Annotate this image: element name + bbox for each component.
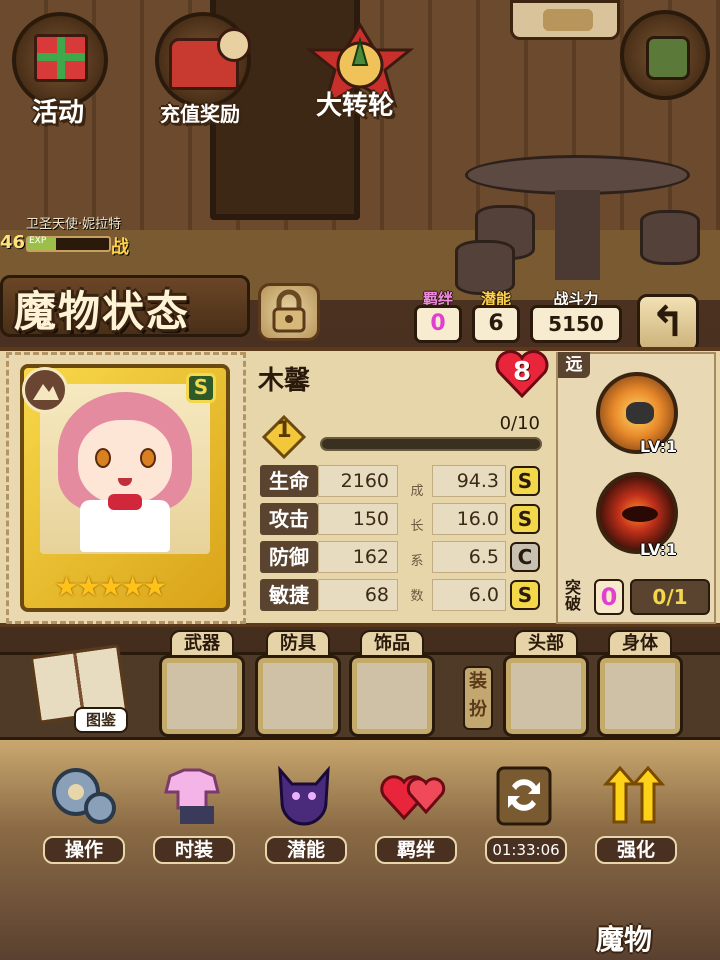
break-label: 突破 <box>565 578 582 613</box>
bond-button[interactable]: 羁绊 <box>372 762 460 864</box>
battle-suffix: 战 <box>111 237 129 258</box>
skill-creature-icon <box>626 402 654 424</box>
recharge-reward-label: 充值奖励 <box>160 102 240 126</box>
enhance-label: 强化 <box>595 836 677 864</box>
stat-value-atk: 150 <box>318 503 398 535</box>
potential-value: 6 <box>472 305 520 343</box>
stat-label-def: 防御 <box>260 541 318 573</box>
gift-icon <box>34 34 88 82</box>
refresh-swap-icon <box>496 766 552 826</box>
demon-silhouette-icon <box>278 765 330 826</box>
character-bow <box>108 494 142 510</box>
growth-vertical-char: 成 <box>410 484 424 499</box>
encyclopedia-label[interactable]: 图鉴 <box>74 707 128 733</box>
lock-button[interactable] <box>258 283 320 341</box>
stat-label-atk: 攻击 <box>260 503 318 535</box>
exp-progress-bar <box>320 437 542 451</box>
grade-badge-def: C <box>510 542 540 572</box>
dark-vortex-icon <box>622 506 658 522</box>
heart-value: 8 <box>512 357 532 387</box>
tavern-table <box>465 155 690 195</box>
tavern-table-leg <box>555 190 600 280</box>
stat-value-hp: 2160 <box>318 465 398 497</box>
tab-weapon: 武器 <box>170 630 234 658</box>
scroll-icon <box>543 9 593 31</box>
operate-label: 操作 <box>43 836 125 864</box>
growth-value-hp: 94.3 <box>432 465 506 497</box>
tab-body: 身体 <box>608 630 672 658</box>
growth-vertical-char: 长 <box>410 519 424 534</box>
break-fraction[interactable]: 0/1 <box>630 579 710 615</box>
tavern-stool <box>455 240 515 295</box>
swap-button[interactable]: 01:33:06 <box>482 762 570 864</box>
stat-value-def: 162 <box>318 541 398 573</box>
event-label: 活动 <box>32 98 85 128</box>
padlock-icon <box>272 289 306 333</box>
gears-icon <box>52 768 116 824</box>
clock-icon <box>217 28 251 62</box>
character-name: 卫圣天使·妮拉特 <box>26 217 122 232</box>
fashion-button[interactable]: 时装 <box>150 762 238 864</box>
exp-label: EXP <box>29 236 47 246</box>
body-slot[interactable] <box>597 655 683 737</box>
tab-head: 头部 <box>514 630 578 658</box>
growth-vertical-char: 数 <box>410 589 424 604</box>
power-value: 5150 <box>530 305 622 343</box>
hearts-icon <box>380 775 446 821</box>
potential-button[interactable]: 潜能 <box>262 762 350 864</box>
growth-value-atk: 16.0 <box>432 503 506 535</box>
recharge-reward-button[interactable] <box>155 12 251 108</box>
cosmetic-label: 装扮 <box>463 666 493 730</box>
character-level: 46 <box>0 232 26 253</box>
skill-1-level: LV:1 <box>640 437 678 456</box>
exp-text: 0/10 <box>499 413 540 434</box>
character-face <box>78 420 172 504</box>
grade-badge-atk: S <box>510 504 540 534</box>
upgrade-arrows-icon <box>602 765 666 824</box>
monster-name: 木馨 <box>258 366 311 396</box>
break-value: 0 <box>594 579 624 615</box>
character-eye <box>140 448 156 468</box>
grade-badge-agi: S <box>510 580 540 610</box>
back-arrow-icon: ↰ <box>650 297 686 346</box>
armor-slot[interactable] <box>255 655 341 737</box>
accessory-slot[interactable] <box>349 655 435 737</box>
grade-badge-hp: S <box>510 466 540 496</box>
bag-button[interactable] <box>620 10 710 100</box>
range-tag: 远 <box>558 352 590 378</box>
tavern-stool <box>640 210 700 265</box>
star-rating: ★★★★★ <box>54 570 168 603</box>
bond-label: 羁绊 <box>375 836 457 864</box>
growth-value-agi: 6.0 <box>432 579 506 611</box>
page-title: 魔物状态 <box>14 287 191 336</box>
tab-accessory: 饰品 <box>360 630 424 658</box>
refresh-timer: 01:33:06 <box>485 836 567 864</box>
head-slot[interactable] <box>503 655 589 737</box>
weapon-slot[interactable] <box>159 655 245 737</box>
stat-label-hp: 生命 <box>260 465 318 497</box>
monster-tab-label[interactable]: 魔物 <box>596 918 706 958</box>
tab-armor: 防具 <box>266 630 330 658</box>
growth-vertical-char: 系 <box>410 554 424 569</box>
earth-element-icon <box>22 367 68 413</box>
stat-label-agi: 敏捷 <box>260 579 318 611</box>
scroll-button[interactable] <box>510 0 620 40</box>
wheel-label: 大转轮 <box>316 91 395 121</box>
back-button[interactable]: ↰ <box>637 294 699 352</box>
bond-value: 0 <box>414 305 462 343</box>
skill-2-level: LV:1 <box>640 540 678 559</box>
potential-label: 潜能 <box>265 836 347 864</box>
operate-button[interactable]: 操作 <box>40 762 128 864</box>
character-eye <box>95 448 111 468</box>
stat-value-agi: 68 <box>318 579 398 611</box>
backpack-icon <box>646 36 690 80</box>
growth-value-def: 6.5 <box>432 541 506 573</box>
rank-badge: S <box>186 373 216 403</box>
enhance-button[interactable]: 强化 <box>592 762 680 864</box>
clothes-icon <box>164 768 220 824</box>
monster-level: 1 <box>276 418 292 443</box>
fashion-label: 时装 <box>153 836 235 864</box>
